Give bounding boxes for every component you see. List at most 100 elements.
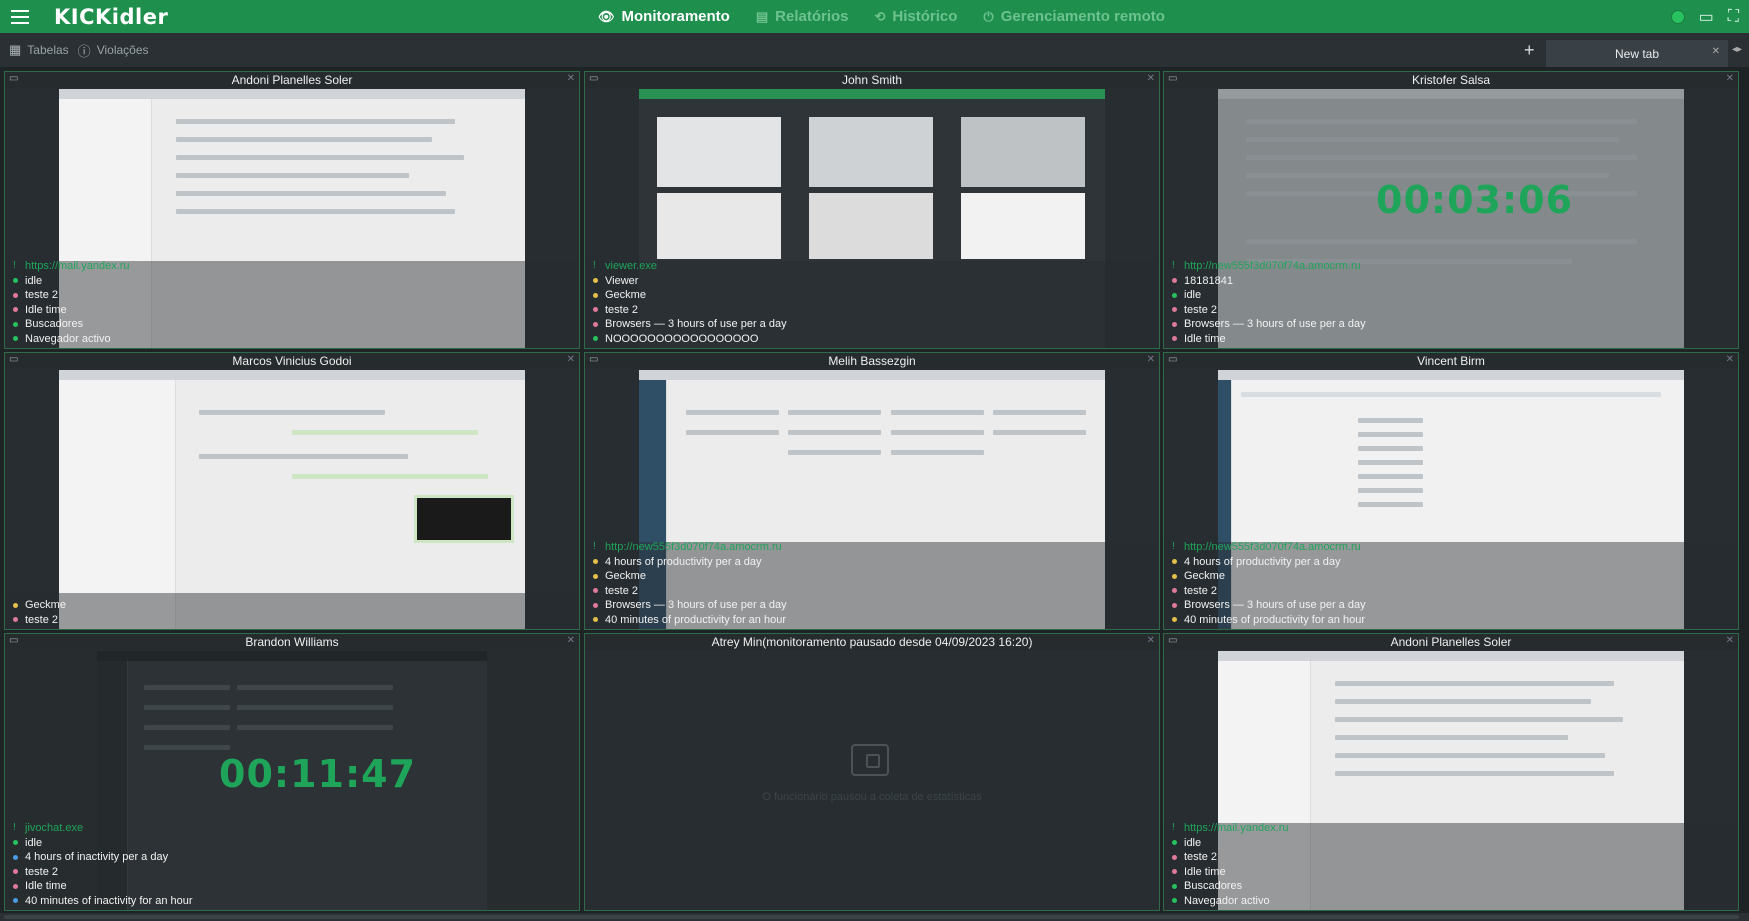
activity-line: Geckme: [605, 570, 646, 582]
tile-header: ▭ Melih Bassezgin ✕: [585, 353, 1159, 369]
history-icon: ⟲: [874, 8, 886, 24]
tile-header: ▭ Kristofer Salsa ✕: [1164, 72, 1738, 88]
tile-title: Marcos Vinicius Godoi: [232, 354, 352, 368]
tile-header: ▭ Vincent Birm ✕: [1164, 353, 1738, 369]
activity-info: ! http://new555f3d070f74a.amocrm.ru 4 hou…: [593, 540, 787, 627]
document-icon: ▤: [755, 8, 769, 24]
nav-reports-label: Relatórios: [775, 8, 849, 25]
monitor-tile[interactable]: ▭ Melih Bassezgin ✕ ! http://new555f3d070…: [584, 352, 1160, 630]
monitor-tile-paused[interactable]: Atrey Min(monitoramento pausado desde 04…: [584, 633, 1160, 911]
active-url: http://new555f3d070f74a.amocrm.ru: [1184, 260, 1361, 272]
active-url: viewer.exe: [605, 260, 657, 272]
monitor-tile[interactable]: ▭ Vincent Birm ✕ ! http://new555f3d070f74…: [1163, 352, 1739, 630]
activity-info: ! https://mail.yandex.ru idle teste 2 Idl…: [13, 259, 130, 346]
close-icon[interactable]: ✕: [1726, 354, 1734, 365]
folder-icon[interactable]: ▭: [1699, 7, 1714, 27]
alert-icon: !: [1172, 822, 1175, 833]
activity-line: teste 2: [605, 303, 639, 316]
activity-info: ! http://new555f3d070f74a.amocrm.ru 18181…: [1172, 259, 1366, 346]
activity-line: teste 2: [25, 865, 59, 878]
alert-icon: !: [593, 541, 596, 552]
tile-title: Melih Bassezgin: [828, 354, 916, 368]
active-url: http://new555f3d070f74a.amocrm.ru: [1184, 541, 1361, 553]
tables-label: Tabelas: [27, 43, 69, 57]
monitor-tile[interactable]: ▭ John Smith ✕ ! viewer.exe Viewer Geckme…: [584, 71, 1160, 349]
alert-icon: !: [593, 260, 596, 271]
tab-new[interactable]: New tab ✕: [1546, 40, 1728, 67]
sub-bar: ▦ Tabelas ⓘ Violações +: [0, 33, 1749, 67]
close-icon[interactable]: ✕: [567, 73, 575, 84]
monitor-tile[interactable]: ▭ Andoni Planelles Soler ✕ ! https://mail…: [1163, 633, 1739, 911]
activity-line: teste 2: [25, 613, 59, 626]
top-right-controls: ▭ ⛶: [1670, 0, 1749, 33]
tile-title: Kristofer Salsa: [1411, 73, 1491, 87]
tile-title: Andoni Planelles Soler: [1390, 635, 1512, 649]
main-nav: 👁 Monitoramento ▤ Relatórios ⟲ Histórico…: [598, 0, 1165, 33]
tile-header: ▭ Andoni Planelles Soler ✕: [1164, 634, 1738, 650]
close-icon[interactable]: ✕: [1147, 635, 1155, 646]
violations-button[interactable]: ⓘ Violações: [78, 41, 149, 60]
fullscreen-icon[interactable]: ⛶: [1728, 8, 1739, 26]
nav-monitoring[interactable]: 👁 Monitoramento: [598, 8, 730, 25]
close-icon[interactable]: ✕: [1712, 46, 1720, 57]
menu-icon[interactable]: [0, 0, 40, 33]
active-url: https://mail.yandex.ru: [1184, 822, 1289, 834]
top-bar: KICKidler 👁 Monitoramento ▤ Relatórios ⟲…: [0, 0, 1749, 33]
tile-title: Atrey Min(monitoramento pausado desde 04…: [711, 635, 1033, 649]
table-icon: ▦: [9, 42, 22, 57]
activity-line: NOOOOOOOOOOOOOOOOO: [605, 332, 759, 345]
monitor-tile[interactable]: ▭ Andoni Planelles Soler ✕ ! https://mail…: [4, 71, 580, 349]
app-logo: KICKidler: [54, 4, 169, 29]
tables-button[interactable]: ▦ Tabelas: [9, 42, 69, 58]
activity-line: 4 hours of inactivity per a day: [25, 851, 169, 863]
alert-icon: !: [1172, 260, 1175, 271]
activity-line: 40 minutes of productivity for an hour: [605, 613, 786, 626]
activity-line: teste 2: [1184, 303, 1218, 316]
session-timer: 00:11:47: [219, 752, 417, 796]
session-timer: 00:03:06: [1376, 178, 1574, 222]
close-icon[interactable]: ✕: [1147, 354, 1155, 365]
monitor-tile[interactable]: ▭ Marcos Vinicius Godoi ✕ Geckme teste 2: [4, 352, 580, 630]
tile-title: Andoni Planelles Soler: [231, 73, 353, 87]
activity-info: ! https://mail.yandex.ru idle teste 2 Idl…: [1172, 821, 1289, 908]
nav-remote[interactable]: ⏻ Gerenciamento remoto: [983, 8, 1165, 25]
status-indicator[interactable]: [1670, 9, 1685, 24]
activity-line: Idle time: [1184, 865, 1226, 878]
activity-line: Idle time: [1184, 332, 1226, 345]
activity-line: Geckme: [1184, 570, 1225, 582]
activity-line: Browsers — 3 hours of use per a day: [605, 599, 787, 611]
activity-line: idle: [25, 274, 43, 287]
alert-icon: !: [1172, 541, 1175, 552]
nav-history[interactable]: ⟲ Histórico: [875, 8, 958, 25]
activity-line: Navegador activo: [1184, 894, 1270, 907]
activity-info: ! http://new555f3d070f74a.amocrm.ru 4 hou…: [1172, 540, 1366, 627]
activity-line: teste 2: [1184, 584, 1218, 597]
activity-info: Geckme teste 2: [13, 598, 66, 627]
tile-header: ▭ Andoni Planelles Soler ✕: [5, 72, 579, 88]
tab-scroll-arrows-icon[interactable]: ◂▸: [1732, 44, 1742, 55]
activity-line: Viewer: [605, 274, 639, 287]
close-icon[interactable]: ✕: [567, 354, 575, 365]
horizontal-scrollbar[interactable]: [0, 913, 1749, 921]
tile-title: John Smith: [841, 73, 903, 87]
tile-title: Vincent Birm: [1417, 354, 1485, 368]
monitor-tile[interactable]: ▭ Kristofer Salsa ✕ 00:03:06 ! http://new…: [1163, 71, 1739, 349]
activity-line: Browsers — 3 hours of use per a day: [1184, 318, 1366, 330]
activity-line: Geckme: [605, 289, 646, 301]
monitor-tile[interactable]: ▭ Brandon Williams ✕ 00:11:47 ! jivochat.…: [4, 633, 580, 911]
close-icon[interactable]: ✕: [1147, 73, 1155, 84]
activity-line: idle: [25, 836, 43, 849]
active-url: https://mail.yandex.ru: [25, 260, 130, 272]
active-url: jivochat.exe: [25, 822, 84, 834]
activity-line: teste 2: [1184, 851, 1218, 863]
alert-icon: !: [13, 822, 16, 833]
close-icon[interactable]: ✕: [567, 635, 575, 646]
nav-history-label: Histórico: [892, 8, 958, 25]
nav-reports[interactable]: ▤ Relatórios: [756, 8, 849, 25]
activity-line: 4 hours of productivity per a day: [1184, 555, 1341, 568]
activity-line: 4 hours of productivity per a day: [605, 555, 762, 568]
add-tab-button[interactable]: +: [1524, 40, 1535, 61]
tile-header: ▭ Marcos Vinicius Godoi ✕: [5, 353, 579, 369]
close-icon[interactable]: ✕: [1726, 73, 1734, 84]
close-icon[interactable]: ✕: [1726, 635, 1734, 646]
